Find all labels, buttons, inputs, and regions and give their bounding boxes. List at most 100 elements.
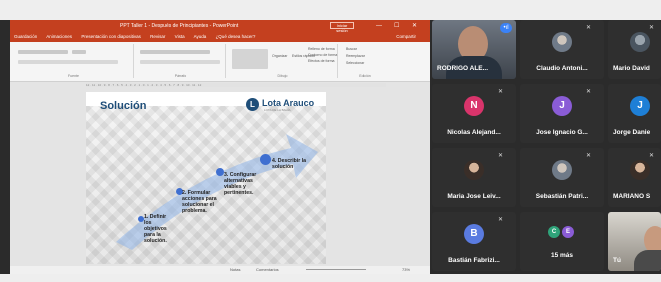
- font-format-buttons[interactable]: [18, 60, 118, 64]
- more-participants-tile[interactable]: C E 15 más: [520, 212, 604, 271]
- participant-tile[interactable]: •ıl RODRIGO ALE...: [432, 20, 516, 79]
- participant-avatar: J: [552, 96, 572, 116]
- mic-muted-icon: ✕: [498, 153, 504, 159]
- maximize-button[interactable]: ☐: [394, 20, 399, 32]
- zoom-level[interactable]: 73%: [402, 266, 410, 274]
- share-button[interactable]: Compartir: [396, 32, 416, 42]
- tab-review[interactable]: Revisar: [150, 34, 165, 39]
- step-4-text: 4. Describir la solución: [272, 158, 307, 170]
- slide-canvas[interactable]: Solución L Lota Arauco LOTA DE LA BAHÍA …: [86, 92, 326, 264]
- logo-mark-icon: L: [246, 98, 259, 111]
- participant-avatar: N: [464, 96, 484, 116]
- drawing-group-caption: Dibujo: [277, 74, 288, 78]
- powerpoint-window: PPT Taller 1 - Después de Principiantes …: [10, 20, 430, 274]
- step-3-text: 3. Configurar alternativas viables y per…: [224, 172, 257, 196]
- participant-tile[interactable]: ✕ N Nicolas Alejand...: [432, 84, 516, 143]
- shapes-gallery[interactable]: [232, 49, 268, 69]
- step-3-dot: [216, 168, 224, 176]
- step-2-text: 2. Formular acciones para solucionar el …: [182, 190, 217, 214]
- participant-avatar: J: [630, 96, 650, 116]
- tab-slideshow[interactable]: Presentación con diapositivas: [81, 34, 141, 39]
- font-family-select[interactable]: [18, 50, 68, 54]
- mic-muted-icon: ✕: [649, 153, 655, 159]
- more-participants-count: 15 más: [550, 252, 574, 259]
- mic-muted-icon: ✕: [586, 25, 592, 31]
- find-button[interactable]: Buscar: [346, 47, 357, 51]
- participant-tile[interactable]: J Jorge Danie: [608, 84, 661, 143]
- self-view-tile[interactable]: Tú: [608, 212, 661, 271]
- self-name: Tú: [613, 257, 621, 264]
- participant-name: Sebastián Patri...: [535, 193, 589, 200]
- top-border: [0, 0, 661, 20]
- screen: PPT Taller 1 - Después de Principiantes …: [0, 0, 661, 282]
- participant-name: Jose Ignacio G...: [536, 129, 588, 136]
- paragraph-group: Párrafo: [136, 44, 226, 78]
- notes-button[interactable]: Notas: [230, 266, 240, 274]
- participant-tile[interactable]: ✕ Claudio Antoni...: [520, 20, 604, 79]
- font-group: Fuente: [14, 44, 134, 78]
- arrange-button[interactable]: Organizar: [272, 54, 287, 58]
- participant-avatar: C: [548, 226, 560, 238]
- editing-group-caption: Edición: [359, 74, 371, 78]
- participant-tile[interactable]: ✕ Maria Jose Leiv...: [432, 148, 516, 207]
- list-buttons[interactable]: [140, 50, 210, 54]
- mic-muted-icon: ✕: [498, 89, 504, 95]
- shape-fill-button[interactable]: Relleno de forma: [308, 47, 335, 51]
- participant-name: Mario David: [613, 65, 650, 72]
- progress-arrow-graphic: [116, 134, 318, 250]
- slide-title: Solución: [100, 100, 147, 112]
- close-button[interactable]: ✕: [412, 20, 417, 32]
- comments-button[interactable]: Comentarios: [256, 266, 279, 274]
- participant-tile[interactable]: ✕ Mario David: [608, 20, 661, 79]
- participant-tile[interactable]: ✕ Sebastián Patri...: [520, 148, 604, 207]
- lota-arauco-logo: L Lota Arauco LOTA DE LA BAHÍA: [246, 98, 318, 112]
- bottom-border: [0, 274, 661, 282]
- ribbon-tabs: Guardación Animaciones Presentación con …: [10, 32, 430, 42]
- participant-name: Claudio Antoni...: [536, 65, 588, 72]
- font-group-caption: Fuente: [68, 74, 79, 78]
- participant-name: Bastián Fabrizi...: [448, 257, 500, 264]
- status-bar: Notas Comentarios 73%: [10, 266, 430, 274]
- tab-help[interactable]: Ayuda: [194, 34, 207, 39]
- participant-name: RODRIGO ALE...: [437, 65, 489, 72]
- participant-avatar: [552, 160, 572, 180]
- participant-tile[interactable]: ✕ J Jose Ignacio G...: [520, 84, 604, 143]
- shape-outline-button[interactable]: Contorno de forma: [308, 53, 337, 57]
- logo-subtitle: LOTA DE LA BAHÍA: [264, 108, 291, 112]
- tab-view[interactable]: Vista: [175, 34, 185, 39]
- participant-name: Nicolas Alejand...: [447, 129, 501, 136]
- zoom-slider[interactable]: [306, 269, 366, 270]
- tell-me-search[interactable]: ¿Qué desea hacer?: [216, 34, 256, 39]
- tab-animations[interactable]: Animaciones: [46, 34, 72, 39]
- minimize-button[interactable]: —: [376, 20, 382, 32]
- paragraph-group-caption: Párrafo: [174, 74, 187, 78]
- font-size-select[interactable]: [72, 50, 86, 54]
- step-4-dot: [260, 154, 271, 165]
- align-buttons[interactable]: [140, 60, 220, 64]
- participant-avatar: B: [464, 224, 484, 244]
- tab-transitions[interactable]: Guardación: [14, 34, 37, 39]
- speaking-indicator-icon: •ıl: [500, 23, 512, 33]
- participant-avatar: [552, 32, 572, 52]
- participant-name: Maria Jose Leiv...: [447, 193, 501, 200]
- replace-button[interactable]: Reemplazar: [346, 54, 365, 58]
- step-1-text: 1. Definir los objetivos para la solució…: [144, 214, 167, 244]
- mic-muted-icon: ✕: [586, 153, 592, 159]
- horizontal-ruler: 12 · 11 · 10 · 9 · 8 · 7 · 6 · 5 · 4 · 3…: [86, 83, 386, 87]
- editing-group: Buscar Reemplazar Seleccionar Edición: [340, 44, 390, 78]
- drawing-group: Organizar Estilos rápidos Relleno de for…: [228, 44, 338, 78]
- participant-avatar: E: [562, 226, 574, 238]
- ribbon: Fuente Párrafo Organizar Estilos rápidos…: [10, 42, 430, 82]
- participant-tile[interactable]: ✕ MARIANO S: [608, 148, 661, 207]
- sign-in-button[interactable]: Iniciar sesión: [330, 22, 354, 33]
- shape-effects-button[interactable]: Efectos de forma: [308, 59, 334, 63]
- title-bar: PPT Taller 1 - Después de Principiantes …: [10, 20, 430, 33]
- participant-tile[interactable]: ✕ B Bastián Fabrizi...: [432, 212, 516, 271]
- select-button[interactable]: Seleccionar: [346, 61, 364, 65]
- mic-muted-icon: ✕: [649, 25, 655, 31]
- mic-muted-icon: ✕: [498, 217, 504, 223]
- participant-avatar: [630, 32, 650, 52]
- mic-muted-icon: ✕: [586, 89, 592, 95]
- logo-name: Lota Arauco: [262, 98, 315, 108]
- participant-name: MARIANO S: [613, 193, 651, 200]
